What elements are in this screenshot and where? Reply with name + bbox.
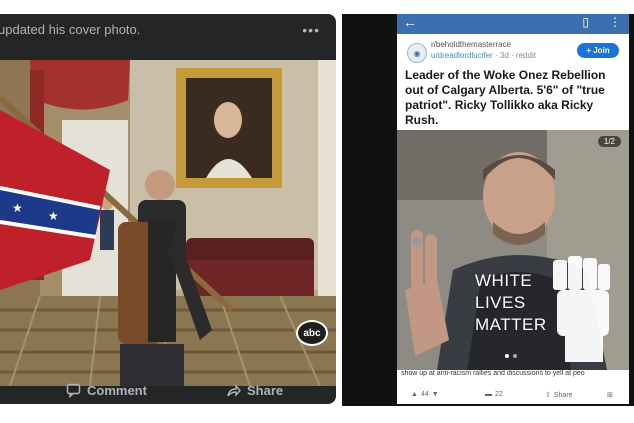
image-overlay-text: WHITE LIVES MATTER	[475, 270, 547, 336]
share-arrow-icon: ⇧	[545, 392, 551, 399]
subreddit-avatar[interactable]: ◉	[407, 43, 427, 63]
more-dots-icon[interactable]: •••	[302, 22, 320, 38]
more-vertical-icon[interactable]: ⋮	[609, 15, 621, 29]
share-label-reddit: Share	[553, 391, 573, 399]
share-label: Share	[247, 383, 284, 398]
carousel-dots[interactable]	[505, 354, 517, 358]
comment-bubble-icon: ▬	[485, 391, 492, 398]
overlay-line: LIVES	[475, 293, 526, 312]
reddit-post-screen: ← ▯ ⋮ ◉ r/beholdthemasterrace u/dreadlor…	[397, 14, 629, 404]
carousel-dot[interactable]	[513, 354, 517, 358]
facebook-post-card: updated his cover photo. ••• ★ ★ abc Com…	[0, 14, 336, 404]
post-author[interactable]: u/dreadlordlucifer	[431, 51, 493, 60]
bookmark-icon[interactable]: ▯	[582, 15, 589, 29]
comments-button[interactable]: ▬ 22	[485, 391, 503, 398]
subreddit-name[interactable]: r/beholdthemasterrace	[431, 40, 511, 49]
svg-text:★: ★	[48, 209, 59, 223]
app-top-bar: ← ▯ ⋮	[397, 14, 629, 34]
cover-photo[interactable]: ★ ★ abc	[0, 60, 336, 386]
share-button[interactable]: Share	[226, 383, 283, 398]
carousel-dot[interactable]	[505, 354, 509, 358]
post-title: Leader of the Woke Onez Rebellion out of…	[405, 68, 606, 127]
overlay-line: WHITE	[475, 271, 533, 290]
vote-control[interactable]: ▲ 44 ▼	[411, 391, 439, 398]
comment-icon	[66, 383, 81, 398]
post-action-bar: Comment Share	[0, 383, 336, 404]
comment-label: Comment	[87, 383, 147, 398]
post-bottom-bar: ▲ 44 ▼ ▬ 22 ⇧ Share ⊞	[397, 388, 629, 404]
share-icon	[226, 383, 241, 398]
vote-count: 44	[420, 391, 429, 398]
post-image[interactable]: 1/2 WHITE LIVES MATTER	[397, 130, 629, 370]
back-arrow-icon[interactable]: ←	[403, 14, 417, 30]
award-icon: ⊞	[607, 392, 613, 399]
downvote-icon[interactable]: ▼	[432, 391, 439, 398]
upvote-icon[interactable]: ▲	[411, 391, 418, 398]
join-button[interactable]: + Join	[577, 43, 619, 58]
post-meta: · 3d · reddit	[492, 51, 536, 60]
abc-watermark-logo: abc	[296, 320, 328, 346]
capitol-scene-illustration: ★ ★	[0, 60, 336, 386]
post-caption: show up at anti-racism rallies and discu…	[401, 370, 585, 377]
post-author-line: u/dreadlordlucifer · 3d · reddit	[431, 51, 536, 60]
post-header-text: updated his cover photo.	[0, 22, 141, 37]
award-button[interactable]: ⊞	[607, 391, 613, 399]
comment-count: 22	[495, 391, 503, 398]
comment-button[interactable]: Comment	[66, 383, 147, 398]
image-counter: 1/2	[597, 136, 621, 147]
overlay-line: MATTER	[475, 315, 547, 334]
share-button-reddit[interactable]: ⇧ Share	[545, 391, 573, 400]
post-header: updated his cover photo. •••	[0, 14, 336, 58]
svg-text:★: ★	[12, 201, 23, 215]
